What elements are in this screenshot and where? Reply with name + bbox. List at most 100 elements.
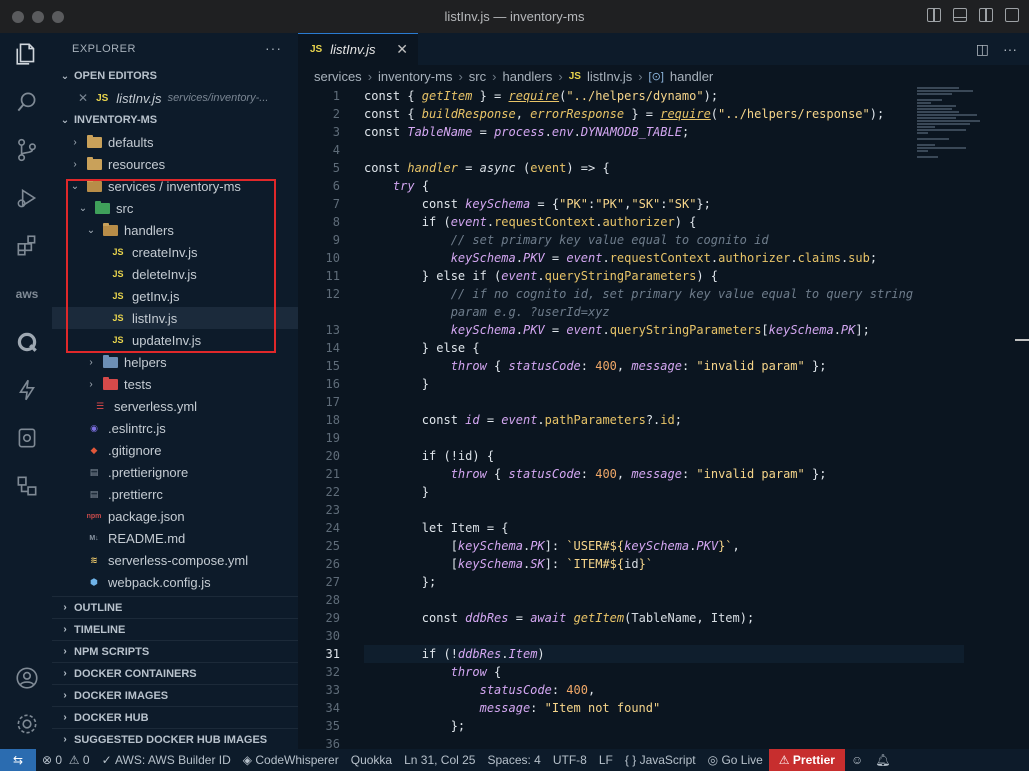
customize-layout-icon[interactable] [1005, 8, 1019, 22]
run-debug-icon[interactable] [14, 185, 40, 211]
tree-folder-tests[interactable]: › tests [52, 373, 298, 395]
cursor-position[interactable]: Ln 31, Col 25 [398, 749, 481, 771]
project-section[interactable]: ⌄ INVENTORY-MS [52, 109, 298, 131]
tree-folder-defaults[interactable]: › defaults [52, 131, 298, 153]
quokka-icon[interactable] [14, 329, 40, 355]
tree-file-updateInv[interactable]: JS updateInv.js [52, 329, 298, 351]
prettier-file-icon: ▤ [89, 488, 99, 499]
docker-icon[interactable] [14, 473, 40, 499]
close-icon[interactable]: ✕ [78, 91, 88, 105]
search-icon[interactable] [14, 89, 40, 115]
tree-folder-resources[interactable]: › resources [52, 153, 298, 175]
breadcrumb-item[interactable]: handler [670, 69, 713, 84]
serverless-compose-file-icon: ≋ [90, 554, 98, 565]
aws-connection-status[interactable]: ✓ AWS: AWS Builder ID [96, 749, 237, 771]
codewhisperer-status[interactable]: ◈ CodeWhisperer [237, 749, 345, 771]
prettier-status[interactable]: ⚠ Prettier [768, 749, 845, 771]
js-file-icon: JS [112, 291, 124, 301]
chevron-right-icon: › [63, 602, 67, 613]
tree-file-gitignore[interactable]: ◆ .gitignore [52, 439, 298, 461]
remote-indicator-icon[interactable]: ⇆ [0, 749, 36, 771]
chevron-down-icon: ⌄ [60, 114, 70, 126]
more-actions-icon[interactable]: ··· [1003, 41, 1017, 58]
more-actions-icon[interactable]: ··· [265, 40, 282, 56]
scrollbar-position-marker[interactable] [1015, 339, 1029, 341]
tree-file-package[interactable]: npm package.json [52, 505, 298, 527]
section-suggested-docker-hub-images[interactable]: › SUGGESTED DOCKER HUB IMAGES [52, 728, 298, 749]
notifications-bell-icon[interactable]: 🔔︎ [869, 749, 896, 771]
collapsed-sections: › OUTLINE › TIMELINE › NPM SCRIPTS › DOCKER … [52, 596, 298, 749]
breadcrumb-item[interactable]: handlers [502, 69, 552, 84]
tree-file-prettierrc[interactable]: ▤ .prettierrc [52, 483, 298, 505]
chevron-right-icon: › [73, 136, 77, 148]
tree-folder-services[interactable]: ⌄ services / inventory-ms [52, 175, 298, 197]
code-content[interactable]: const { getItem } = require("../helpers/… [364, 87, 964, 749]
language-mode[interactable]: { } JavaScript [619, 749, 702, 771]
indentation-setting[interactable]: Spaces: 4 [481, 749, 546, 771]
tree-file-prettierignore[interactable]: ▤ .prettierignore [52, 461, 298, 483]
aws-icon[interactable]: aws [14, 281, 40, 307]
tree-file-getInv[interactable]: JS getInv.js [52, 285, 298, 307]
breadcrumb-item[interactable]: services [314, 69, 362, 84]
chevron-down-icon: ⌄ [60, 70, 70, 82]
tree-folder-helpers[interactable]: › helpers [52, 351, 298, 373]
code-editor[interactable]: 12345 6 7 8 9 10 11 12 13 14 15 16 17 18 19 20 21 22 2… [298, 87, 1029, 749]
tab-listInv[interactable]: JS listInv.js ✕ [298, 33, 418, 65]
account-icon[interactable] [14, 665, 40, 691]
tree-file-listInv[interactable]: JS listInv.js [52, 307, 298, 329]
tree-file-serverless[interactable]: ☰ serverless.yml [52, 395, 298, 417]
codewhisperer-icon: ◈ [242, 753, 253, 767]
tree-file-readme[interactable]: M↓ README.md [52, 527, 298, 549]
split-editor-icon[interactable]: ◫ [976, 41, 989, 58]
open-editors-section[interactable]: ⌄ OPEN EDITORS [52, 65, 298, 87]
js-file-icon: JS [112, 247, 124, 257]
tree-folder-handlers[interactable]: ⌄ handlers [52, 219, 298, 241]
status-bar: ⇆ ⊗ 0 ⚠ 0 ✓ AWS: AWS Builder ID ◈ CodeWh… [0, 749, 1029, 771]
encoding-setting[interactable]: UTF-8 [547, 749, 593, 771]
explorer-icon[interactable] [14, 41, 40, 67]
toggle-secondary-sidebar-icon[interactable] [979, 8, 993, 22]
open-editor-item[interactable]: ✕ JS listInv.js services/inventory-... [52, 87, 298, 109]
section-timeline[interactable]: › TIMELINE [52, 618, 298, 640]
tree-folder-src[interactable]: ⌄ src [52, 197, 298, 219]
source-control-icon[interactable] [14, 137, 40, 163]
tree-file-compose[interactable]: ≋ serverless-compose.yml [52, 549, 298, 571]
toggle-panel-icon[interactable] [953, 8, 967, 22]
chevron-right-icon: › [73, 158, 77, 170]
toggle-sidebar-icon[interactable] [927, 8, 941, 22]
tree-file-webpack[interactable]: ⬢ webpack.config.js [52, 571, 298, 593]
helpers-folder-icon [102, 354, 118, 369]
breadcrumb-item[interactable]: listInv.js [587, 69, 632, 84]
explorer-sidebar: EXPLORER ··· ⌄ OPEN EDITORS ✕ JS listInv.… [52, 33, 298, 749]
extensions-icon[interactable] [14, 233, 40, 259]
symbol-icon: [⊙] [648, 70, 664, 83]
lightning-icon[interactable] [14, 377, 40, 403]
breadcrumb-item[interactable]: src [469, 69, 486, 84]
tree-file-eslintrc[interactable]: ◉ .eslintrc.js [52, 417, 298, 439]
section-docker-images[interactable]: › DOCKER IMAGES [52, 684, 298, 706]
settings-gear-icon[interactable] [14, 711, 40, 737]
problems-indicator[interactable]: ⊗ 0 ⚠ 0 [36, 749, 96, 771]
section-npm-scripts[interactable]: › NPM SCRIPTS [52, 640, 298, 662]
section-docker-containers[interactable]: › DOCKER CONTAINERS [52, 662, 298, 684]
close-tab-icon[interactable]: ✕ [396, 41, 408, 58]
chevron-right-icon: › [63, 690, 67, 701]
folder-open-icon [86, 178, 102, 193]
eol-setting[interactable]: LF [593, 749, 619, 771]
go-live-button[interactable]: ◎ Go Live [702, 749, 769, 771]
chevron-right-icon: › [63, 624, 67, 635]
serverless-file-icon: ☰ [95, 400, 105, 411]
breadcrumb-item[interactable]: inventory-ms [378, 69, 452, 84]
quokka-status[interactable]: Quokka [345, 749, 398, 771]
section-outline[interactable]: › OUTLINE [52, 596, 298, 618]
remote-explorer-icon[interactable] [14, 425, 40, 451]
chevron-down-icon: ⌄ [78, 202, 88, 214]
feedback-icon[interactable]: ☺ [845, 749, 869, 771]
webpack-file-icon: ⬢ [90, 576, 98, 587]
broadcast-icon: ◎ [707, 753, 719, 767]
minimap[interactable] [917, 87, 987, 182]
title-bar: listInv.js — inventory-ms [0, 0, 1029, 33]
section-docker-hub[interactable]: › DOCKER HUB [52, 706, 298, 728]
tree-file-createInv[interactable]: JS createInv.js [52, 241, 298, 263]
tree-file-deleteInv[interactable]: JS deleteInv.js [52, 263, 298, 285]
